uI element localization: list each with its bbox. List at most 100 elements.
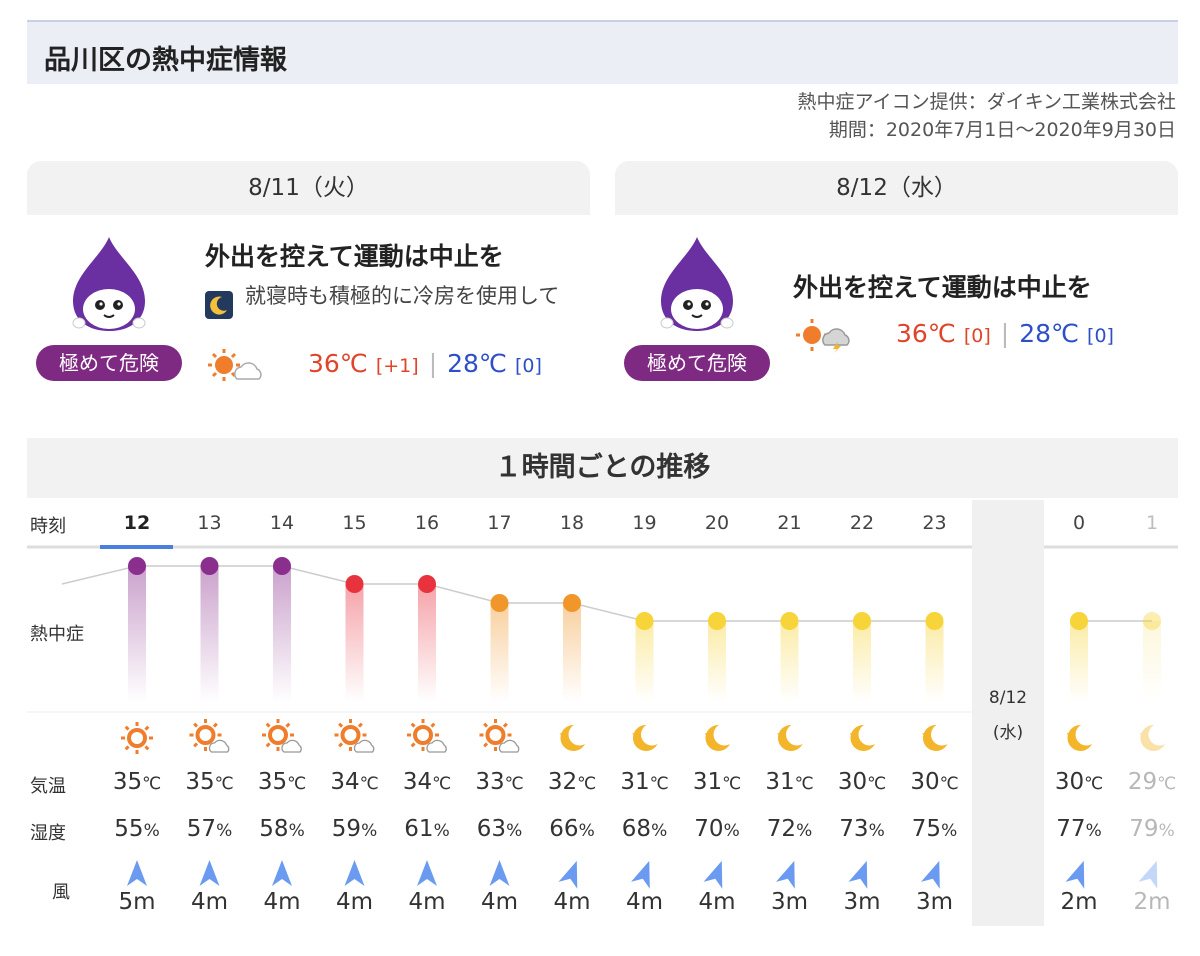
wind-direction-icon	[920, 860, 940, 889]
heat-level-bar	[490, 603, 509, 702]
heat-level-bar	[345, 584, 364, 702]
moon-icon	[632, 724, 658, 751]
heat-level-bar	[853, 621, 871, 702]
high-temp: 36℃	[308, 349, 368, 378]
sun-cloud-icon	[479, 719, 520, 753]
credit-provider: 熱中症アイコン提供：ダイキン工業株式会社	[797, 91, 1176, 113]
heat-level-dot	[853, 612, 871, 630]
heat-message: 外出を控えて運動は中止を	[793, 273, 1092, 302]
day-temps: 36℃ [0] | 28℃ [0]	[896, 319, 1114, 348]
sun-icon	[121, 722, 153, 754]
heat-level-dot	[490, 594, 509, 612]
hour-humidity: 66%	[549, 816, 595, 842]
moon-icon	[922, 724, 948, 751]
heat-level-dot	[708, 612, 726, 630]
hour-wind-speed: 3m	[915, 889, 954, 915]
heat-level-dot	[925, 612, 944, 630]
hour-label: 22	[849, 512, 875, 534]
night-advice: 就寝時も積極的に冷房を使用して	[245, 284, 560, 308]
moon-icon	[559, 724, 585, 751]
sun-thunder-icon	[796, 319, 850, 353]
hour-wind-speed: 4m	[698, 889, 736, 915]
heat-message: 外出を控えて運動は中止を	[205, 242, 504, 271]
wind-direction-icon	[1065, 860, 1085, 889]
heat-level-dot	[273, 557, 291, 575]
heat-level-bar	[708, 621, 726, 702]
heat-level-dot	[1070, 612, 1088, 630]
hour-temp: 30℃	[1054, 769, 1104, 795]
hour-temp: 31℃	[765, 769, 814, 795]
hour-humidity: 70%	[694, 816, 740, 842]
hour-temp: 31℃	[620, 769, 669, 795]
day-card-tomorrow[interactable]: 8/12（水） 極めて危険 外出を控えて運動は中止を 36℃ [0] | 28℃ […	[615, 161, 1178, 391]
low-temp: 28℃	[447, 349, 508, 378]
heat-level-bar	[200, 566, 219, 702]
hour-wind-speed: 4m	[480, 889, 519, 915]
credit-period: 期間：2020年7月1日〜2020年9月30日	[828, 119, 1176, 141]
wind-direction-icon	[630, 860, 650, 889]
high-temp: 36℃	[896, 319, 956, 348]
moon-icon	[1066, 724, 1092, 751]
hour-label: 18	[559, 512, 585, 534]
hour-label: 0	[1072, 512, 1086, 534]
hour-label: 12	[123, 512, 151, 534]
sun-cloud-icon	[208, 349, 262, 381]
hour-wind-speed: 4m	[335, 889, 374, 915]
hour-humidity: 68%	[621, 816, 668, 842]
day-card-today[interactable]: 8/11（火） 極めて危険 外出を控えて運動は中止を 就寝時も積極的に冷房を使用…	[27, 161, 590, 391]
hour-label: 21	[777, 512, 802, 534]
hour-humidity: 59%	[331, 816, 378, 842]
heat-level-dot	[1143, 612, 1161, 630]
heat-level-dot	[635, 612, 654, 630]
hour-humidity: 57%	[186, 816, 233, 842]
heat-level-bar	[1070, 621, 1088, 702]
hour-label: 13	[197, 512, 222, 534]
high-temp-diff: [+1]	[375, 355, 419, 377]
hour-temp: 34℃	[330, 769, 379, 795]
hour-temp: 33℃	[475, 769, 524, 795]
wind-direction-icon	[848, 860, 868, 889]
hour-wind-speed: 3m	[770, 889, 809, 915]
low-temp-diff: [0]	[1087, 325, 1114, 347]
hour-temp: 30℃	[837, 769, 887, 795]
heat-level-bar	[925, 621, 944, 702]
wind-direction-icon	[489, 860, 510, 886]
hour-label: 1	[1145, 512, 1159, 534]
hour-humidity: 58%	[259, 816, 305, 842]
hour-humidity: 77%	[1056, 816, 1102, 842]
heat-level-bar	[128, 566, 146, 702]
sun-cloud-icon	[334, 719, 375, 753]
credit-info: 熱中症アイコン提供：ダイキン工業株式会社 期間：2020年7月1日〜2020年9…	[798, 88, 1176, 144]
sun-cloud-icon	[189, 719, 230, 753]
heat-level-dot	[780, 612, 799, 630]
moon-icon	[704, 724, 730, 751]
sun-cloud-icon	[262, 719, 302, 753]
wind-direction-icon	[558, 860, 578, 889]
danger-level-badge: 極めて危険	[36, 345, 182, 381]
moon-icon	[849, 724, 875, 751]
heat-level-dot	[563, 594, 581, 612]
hour-humidity: 61%	[404, 816, 450, 842]
hour-temp: 29℃	[1127, 769, 1177, 795]
hour-label: 14	[269, 512, 295, 534]
hour-temp: 35℃	[185, 769, 234, 795]
hour-label: 17	[487, 512, 512, 534]
wind-direction-icon	[344, 860, 365, 886]
wind-direction-icon	[417, 860, 437, 886]
heat-level-dot	[200, 557, 219, 575]
hour-label: 15	[342, 512, 367, 534]
heat-level-bar	[418, 584, 436, 702]
high-temp-diff: [0]	[963, 325, 991, 347]
low-temp-diff: [0]	[514, 355, 542, 377]
hour-humidity: 75%	[911, 816, 958, 842]
sun-cloud-icon	[407, 719, 447, 753]
hour-wind-speed: 4m	[190, 889, 229, 915]
wind-direction-icon	[1138, 860, 1158, 889]
day-temps: 36℃ [+1] | 28℃ [0]	[308, 349, 542, 378]
hour-temp: 32℃	[547, 769, 597, 795]
low-temp: 28℃	[1019, 319, 1080, 348]
wind-direction-icon	[199, 860, 220, 886]
hour-humidity: 79%	[1129, 816, 1175, 842]
hour-wind-speed: 4m	[263, 889, 301, 915]
hour-wind-speed: 5m	[118, 889, 156, 915]
